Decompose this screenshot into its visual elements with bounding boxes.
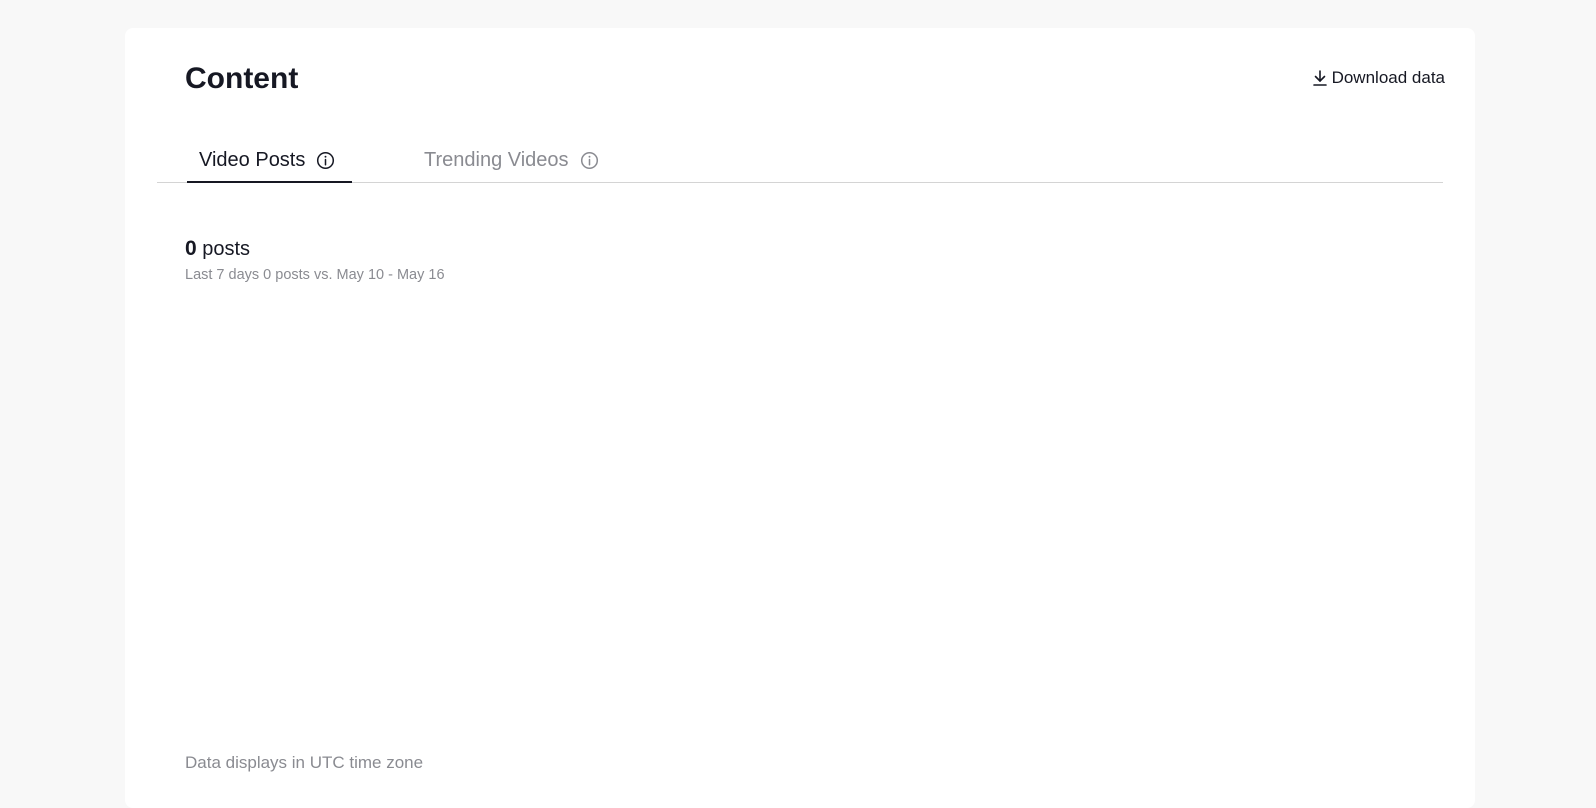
info-icon[interactable] xyxy=(580,146,599,170)
tab-trending-videos[interactable]: Trending Videos xyxy=(412,146,611,181)
post-count-unit: posts xyxy=(202,238,251,260)
download-data-button[interactable]: Download data xyxy=(1312,68,1445,88)
post-count-value: 0 xyxy=(185,237,197,260)
content-tabs: Video Posts Trending Videos xyxy=(157,146,1443,183)
tab-trending-videos-label: Trending Videos xyxy=(424,149,569,171)
tab-video-posts-label: Video Posts xyxy=(199,149,306,171)
page-title: Content xyxy=(185,62,299,95)
content-card: Content Download data Video Posts Trendi… xyxy=(125,28,1475,808)
post-comparison-text: Last 7 days 0 posts vs. May 10 - May 16 xyxy=(185,267,445,284)
post-count: 0 posts xyxy=(185,236,445,261)
download-icon xyxy=(1312,70,1327,86)
info-icon[interactable] xyxy=(316,146,335,170)
tab-video-posts[interactable]: Video Posts xyxy=(187,146,352,183)
posts-summary: 0 posts Last 7 days 0 posts vs. May 10 -… xyxy=(185,236,445,283)
timezone-note: Data displays in UTC time zone xyxy=(185,753,424,772)
download-data-label: Download data xyxy=(1331,68,1445,87)
